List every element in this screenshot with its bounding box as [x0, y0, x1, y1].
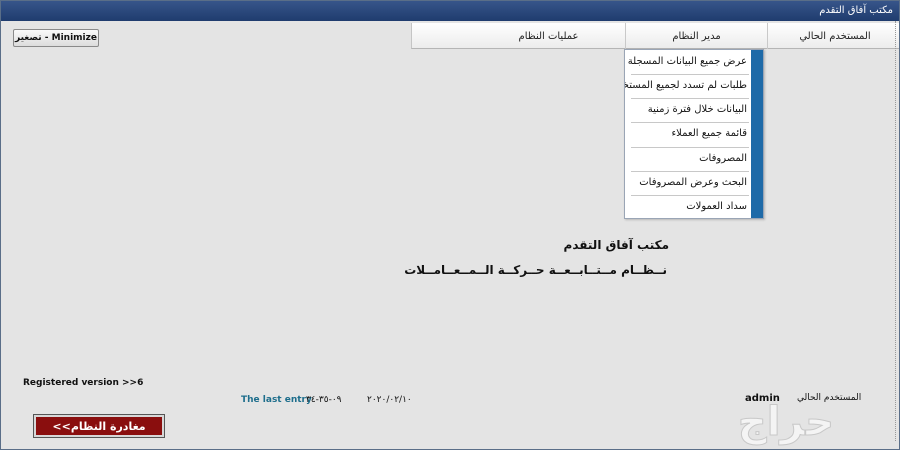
watermark-text: حراج — [738, 399, 834, 445]
menu-current-user[interactable]: المستخدم الحالي — [767, 23, 899, 49]
dropdown-item-date-range[interactable]: البيانات خلال فترة زمنية — [625, 98, 753, 122]
window-title: مكتب آفاق التقدم — [819, 5, 893, 16]
menu-system-admin[interactable]: مدير النظام — [625, 23, 767, 49]
window-edge — [895, 21, 899, 441]
system-name: نــظــام مــتــابــعــة حــركــة الــمــ… — [404, 263, 667, 277]
last-entry-date: ٢٠٢٠/٠٢/١٠ — [367, 395, 412, 405]
exit-system-button[interactable]: مغادرة النظام>> — [33, 414, 165, 438]
office-name: مكتب آفاق التقدم — [563, 238, 669, 252]
admin-dropdown-menu: عرض جميع البيانات المسجلة طلبات لم تسدد … — [624, 49, 764, 219]
haraj-watermark-logo: حراج — [737, 399, 834, 446]
dropdown-item-commission-payment[interactable]: سداد العمولات — [625, 195, 753, 219]
dropdown-item-expenses[interactable]: المصروفات — [625, 147, 753, 171]
app-window: مكتب آفاق التقدم تصغير - Minimize المستخ… — [0, 0, 900, 450]
dropdown-item-all-records[interactable]: عرض جميع البيانات المسجلة — [625, 50, 753, 74]
last-entry-time: ٠٩-٣٥-٣٤ — [306, 395, 342, 405]
last-entry-label: The last entry — [241, 395, 312, 405]
title-bar: مكتب آفاق التقدم — [1, 1, 899, 21]
registered-version: Registered version >>6 — [23, 378, 144, 388]
dropdown-item-unpaid-requests[interactable]: طلبات لم تسدد لجميع المستخدمين — [625, 74, 753, 98]
minimize-button[interactable]: تصغير - Minimize — [13, 29, 99, 47]
menu-bar: المستخدم الحالي مدير النظام عمليات النظا… — [411, 23, 899, 49]
dropdown-item-search-expenses[interactable]: البحث وعرض المصروفات — [625, 171, 753, 195]
dropdown-item-clients-list[interactable]: قائمة جميع العملاء — [625, 122, 753, 146]
menu-system-operations[interactable]: عمليات النظام — [472, 23, 625, 49]
